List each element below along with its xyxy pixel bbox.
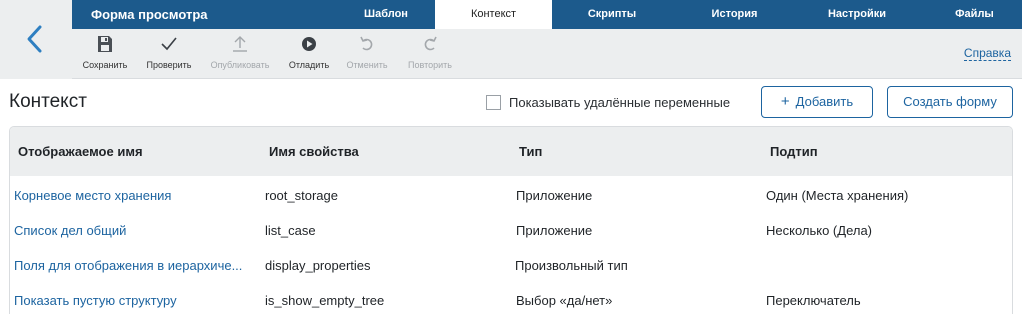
- row-display-name[interactable]: Показать пустую структуру: [14, 283, 177, 314]
- show-deleted-label: Показывать удалённые переменные: [509, 95, 731, 110]
- undo-label: Отменить: [346, 60, 388, 70]
- column-header-subtype[interactable]: Подтип: [770, 127, 818, 176]
- page-title: Контекст: [9, 91, 87, 112]
- show-deleted-toggle[interactable]: Показывать удалённые переменные: [486, 95, 730, 110]
- toolbar: Сохранить Проверить Опубликовать Отладит…: [72, 29, 1022, 79]
- back-panel: [0, 0, 72, 79]
- column-header-property-name[interactable]: Имя свойства: [269, 127, 359, 176]
- row-type: Приложение: [516, 223, 593, 238]
- create-form-button[interactable]: Создать форму: [887, 86, 1013, 118]
- help-link[interactable]: Справка: [963, 46, 1011, 61]
- column-header-display-name[interactable]: Отображаемое имя: [18, 127, 143, 176]
- publish-button[interactable]: Опубликовать: [206, 29, 274, 79]
- plus-icon: +: [780, 93, 790, 110]
- debug-label: Отладить: [288, 60, 330, 70]
- column-header-type[interactable]: Тип: [519, 127, 542, 176]
- debug-play-icon: [302, 37, 316, 51]
- top-navigation-bar: Форма просмотра Шаблон Контекст Скрипты …: [72, 0, 1022, 29]
- row-display-name[interactable]: Список дел общий: [14, 213, 126, 248]
- check-label: Проверить: [146, 60, 192, 70]
- tab-settings[interactable]: Настройки: [797, 0, 917, 29]
- row-display-name[interactable]: Поля для отображения в иерархиче...: [14, 248, 242, 283]
- row-subtype: Один (Места хранения): [766, 188, 909, 203]
- save-label: Сохранить: [82, 60, 128, 70]
- row-property-name: list_case: [265, 223, 316, 238]
- row-subtype: Несколько (Дела): [766, 223, 873, 238]
- row-type: Произвольный тип: [515, 258, 628, 273]
- redo-button[interactable]: Повторить: [402, 29, 458, 79]
- row-type: Приложение: [516, 188, 593, 203]
- publish-label: Опубликовать: [210, 60, 270, 70]
- table-row[interactable]: Список дел общий list_case Приложение Не…: [10, 213, 1012, 248]
- add-button-label: Добавить: [795, 94, 854, 109]
- context-table: Отображаемое имя Имя свойства Тип Подтип…: [9, 126, 1013, 314]
- row-type: Выбор «да/нет»: [516, 293, 613, 308]
- table-row[interactable]: Корневое место хранения root_storage При…: [10, 178, 1012, 213]
- undo-button[interactable]: Отменить: [340, 29, 394, 79]
- check-button[interactable]: Проверить: [142, 29, 196, 79]
- tab-scripts[interactable]: Скрипты: [552, 0, 672, 29]
- row-subtype: Переключатель: [766, 293, 861, 308]
- table-row[interactable]: Показать пустую структуру is_show_empty_…: [10, 283, 1012, 314]
- save-button[interactable]: Сохранить: [78, 29, 132, 79]
- redo-icon: [424, 36, 437, 51]
- table-header: Отображаемое имя Имя свойства Тип Подтип: [10, 127, 1012, 176]
- publish-icon: [233, 36, 247, 52]
- save-icon: [98, 36, 112, 52]
- back-arrow-icon[interactable]: [24, 24, 46, 54]
- show-deleted-checkbox[interactable]: [486, 95, 501, 110]
- undo-icon: [360, 36, 373, 51]
- row-property-name: display_properties: [265, 258, 371, 273]
- tab-context[interactable]: Контекст: [435, 0, 552, 29]
- tab-files[interactable]: Файлы: [942, 0, 1007, 29]
- add-button[interactable]: + Добавить: [761, 86, 873, 118]
- table-row[interactable]: Поля для отображения в иерархиче... disp…: [10, 248, 1012, 283]
- check-icon: [161, 37, 177, 51]
- form-title: Форма просмотра: [91, 7, 208, 22]
- tab-history[interactable]: История: [677, 0, 792, 29]
- row-property-name: root_storage: [265, 188, 338, 203]
- tab-template[interactable]: Шаблон: [336, 0, 436, 29]
- redo-label: Повторить: [408, 60, 452, 70]
- row-display-name[interactable]: Корневое место хранения: [14, 178, 171, 213]
- row-property-name: is_show_empty_tree: [265, 293, 385, 308]
- debug-button[interactable]: Отладить: [283, 29, 335, 79]
